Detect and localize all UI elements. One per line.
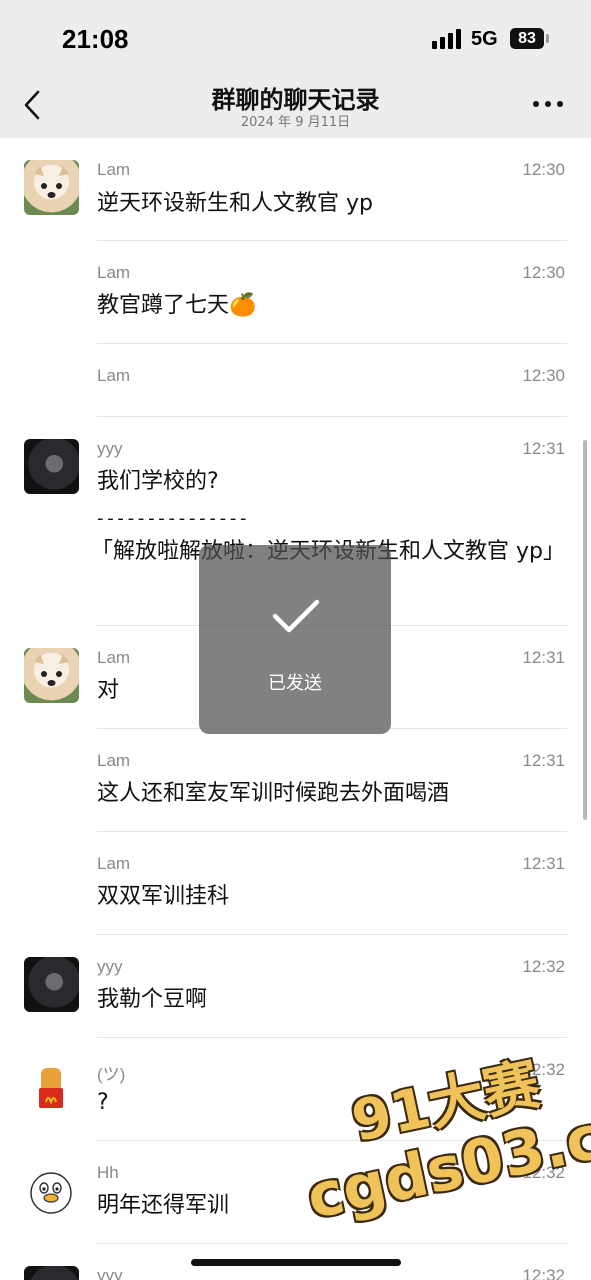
message-text[interactable]: 这人还和室友军训时候跑去外面喝酒: [97, 776, 567, 812]
avatar[interactable]: [24, 648, 79, 703]
message-text[interactable]: 双双军训挂科: [97, 879, 567, 915]
list-item: Lam 12:30: [0, 344, 591, 417]
toast-label: 已发送: [268, 673, 322, 694]
page-subtitle: 2024 年 9 月11日: [240, 115, 351, 130]
message-time: 12:31: [522, 854, 565, 873]
sender-name: yyy: [97, 957, 123, 976]
list-item: Lam 12:30 教官蹲了七天🍊: [0, 241, 591, 344]
message-time: 12:30: [522, 160, 565, 179]
sent-toast: 已发送: [199, 545, 391, 734]
status-bar: 21:08 5G 83: [0, 0, 591, 72]
list-item: Lam 12:31 这人还和室友军训时候跑去外面喝酒: [0, 729, 591, 832]
message-time: 12:31: [522, 439, 565, 458]
nav-bar: 群聊的聊天记录 2024 年 9 月11日: [0, 72, 591, 138]
sender-name: yyy: [97, 1266, 123, 1280]
message-time: 12:32: [522, 1266, 565, 1280]
sender-name: Lam: [97, 160, 131, 179]
avatar[interactable]: [24, 439, 79, 494]
quote-separator: - - - - - - - - - - - - - - -: [97, 508, 247, 529]
watermark: 91大赛 cgds03.com: [301, 1052, 591, 1258]
checkmark-icon: [272, 599, 320, 633]
avatar[interactable]: [24, 1163, 79, 1218]
sender-name: Lam: [97, 648, 131, 667]
message-text[interactable]: 我们学校的?: [97, 464, 567, 500]
avatar[interactable]: [24, 160, 79, 215]
message-time: 12:30: [522, 366, 565, 385]
message-text[interactable]: 逆天环设新生和人文教官 yp: [97, 186, 567, 222]
duck-avatar-icon: [30, 1172, 72, 1214]
list-item: Lam 12:30 逆天环设新生和人文教官 yp: [0, 138, 591, 241]
status-time: 21:08: [62, 24, 129, 54]
message-text[interactable]: 我勒个豆啊: [97, 982, 567, 1018]
avatar[interactable]: [24, 1266, 79, 1280]
more-icon[interactable]: [532, 101, 564, 109]
sender-name: Lam: [97, 751, 131, 770]
sender-name: Hh: [97, 1163, 119, 1182]
battery-tip: [546, 34, 549, 43]
sender-name: yyy: [97, 439, 123, 458]
fries-avatar-icon: [39, 1068, 63, 1108]
signal-icon: [432, 29, 461, 49]
message-time: 12:31: [522, 648, 565, 667]
dog-avatar-icon: [34, 166, 69, 198]
network-type: 5G: [471, 28, 498, 50]
list-item: Lam 12:31 双双军训挂科: [0, 832, 591, 935]
message-time: 12:30: [522, 263, 565, 282]
scrollbar[interactable]: [583, 440, 587, 820]
sender-name: (ツ): [97, 1065, 126, 1084]
home-indicator[interactable]: [191, 1259, 401, 1266]
sender-name: Lam: [97, 366, 131, 385]
page-title: 群聊的聊天记录: [211, 86, 380, 114]
dog-avatar-icon: [34, 654, 69, 686]
sender-name: Lam: [97, 854, 131, 873]
message-text[interactable]: 教官蹲了七天🍊: [97, 288, 567, 324]
sender-name: Lam: [97, 263, 131, 282]
avatar[interactable]: [24, 1060, 79, 1115]
avatar[interactable]: [24, 957, 79, 1012]
battery-icon: 83: [510, 28, 544, 49]
message-time: 12:32: [522, 957, 565, 976]
message-time: 12:31: [522, 751, 565, 770]
list-item: yyy 12:32 我勒个豆啊: [0, 935, 591, 1038]
